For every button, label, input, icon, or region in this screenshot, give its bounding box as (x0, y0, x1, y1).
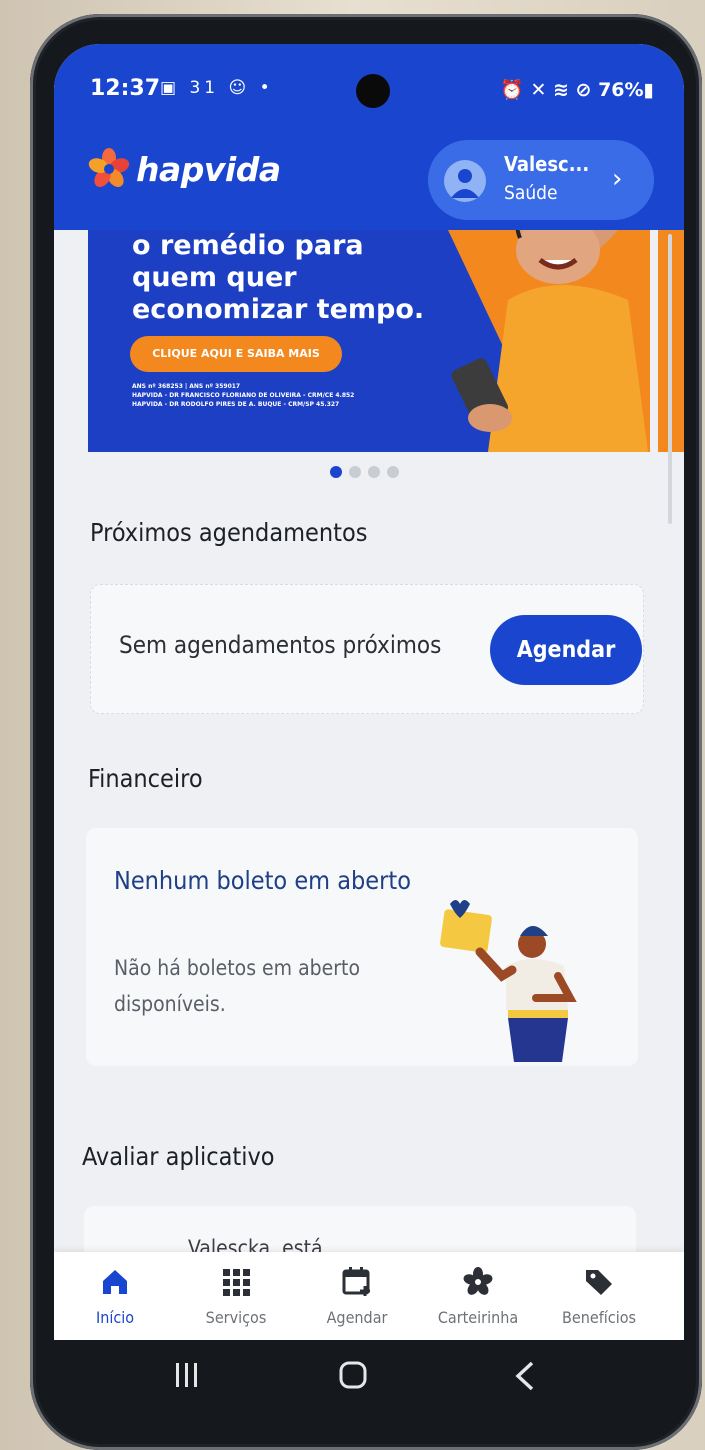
banner-legal-line: ANS nº 368253 | ANS nº 359017 (132, 383, 241, 390)
recent-apps-icon[interactable] (172, 1360, 202, 1390)
banner-headline: o remédio para quem quer economizar temp… (132, 230, 425, 325)
nav-label: Benefícios (562, 1308, 636, 1327)
bottom-navigation: Início Serviços Agendar Carteirinha Bene… (54, 1252, 684, 1340)
home-button-icon[interactable] (338, 1360, 368, 1390)
user-plan: Saúde (504, 182, 558, 204)
scrollbar[interactable] (668, 234, 672, 524)
no-appointments-text: Sem agendamentos próximos (119, 631, 442, 659)
banner-legal-line: HAPVIDA - DR RODOLFO PIRES DE A. BUQUE -… (132, 401, 340, 408)
tag-icon (586, 1270, 612, 1295)
nav-label: Serviços (205, 1308, 267, 1327)
status-time: 12:37 (90, 76, 161, 101)
banner-legal-text: ANS nº 368253 | ANS nº 359017 HAPVIDA - … (132, 382, 432, 409)
flower-card-icon (463, 1267, 493, 1295)
rate-app-section-title: Avaliar aplicativo (82, 1142, 275, 1171)
appointments-section-title: Próximos agendamentos (90, 518, 368, 547)
carousel-dot-active[interactable] (330, 466, 342, 478)
system-navigation-bar (54, 1340, 684, 1420)
nav-label: Carteirinha (437, 1308, 519, 1327)
back-icon[interactable] (510, 1360, 540, 1392)
status-bar: 12:37 ▣ 31 ☺ • ⏰ ✕ ≋ ⊘ 76%▮ (54, 44, 684, 132)
home-icon (103, 1270, 127, 1294)
carousel-dot[interactable] (349, 466, 361, 478)
schedule-button[interactable]: Agendar (490, 615, 642, 685)
chevron-right-icon: › (612, 164, 623, 194)
app-screen: 12:37 ▣ 31 ☺ • ⏰ ✕ ≋ ⊘ 76%▮ hapvida Vale… (54, 44, 684, 1340)
carousel-dot[interactable] (368, 466, 380, 478)
front-camera (356, 74, 390, 108)
calendar-add-icon (342, 1267, 370, 1296)
banner-cta-button[interactable]: CLIQUE AQUI E SAIBA MAIS (130, 336, 342, 372)
financial-card[interactable]: Nenhum boleto em aberto Não há boletos e… (86, 828, 638, 1066)
brand-name: hapvida (136, 149, 281, 189)
carousel-dot[interactable] (387, 466, 399, 478)
banner-legal-line: HAPVIDA - DR FRANCISCO FLORIANO DE OLIVE… (132, 392, 355, 399)
user-profile-button[interactable]: Valesc... Saúde › (428, 140, 654, 220)
hapvida-flower-icon (88, 148, 130, 187)
no-bills-description: Não há boletos em aberto disponíveis. (114, 956, 361, 1016)
brand-logo: hapvida (86, 144, 281, 194)
carousel-indicators (330, 466, 399, 478)
nav-card[interactable]: Carteirinha (423, 1252, 533, 1340)
financial-section-title: Financeiro (88, 764, 203, 793)
status-notification-icons: ▣ 31 ☺ • (160, 78, 274, 98)
woman-calendar-illustration (440, 900, 577, 1062)
user-name: Valesc... (504, 152, 590, 176)
nav-label: Agendar (326, 1308, 388, 1327)
nav-schedule[interactable]: Agendar (302, 1252, 412, 1340)
nav-benefits[interactable]: Benefícios (544, 1252, 654, 1340)
nav-services[interactable]: Serviços (181, 1252, 291, 1340)
grid-icon (223, 1269, 250, 1296)
nav-home[interactable]: Início (60, 1252, 170, 1340)
status-system-icons: ⏰ ✕ ≋ ⊘ 76%▮ (500, 79, 654, 101)
nav-label: Início (95, 1308, 135, 1327)
promo-banner[interactable]: o remédio para quem quer economizar temp… (88, 230, 650, 452)
banner-woman-illustration (451, 230, 648, 452)
no-bills-title: Nenhum boleto em aberto (114, 866, 411, 895)
user-avatar-icon (444, 160, 486, 202)
